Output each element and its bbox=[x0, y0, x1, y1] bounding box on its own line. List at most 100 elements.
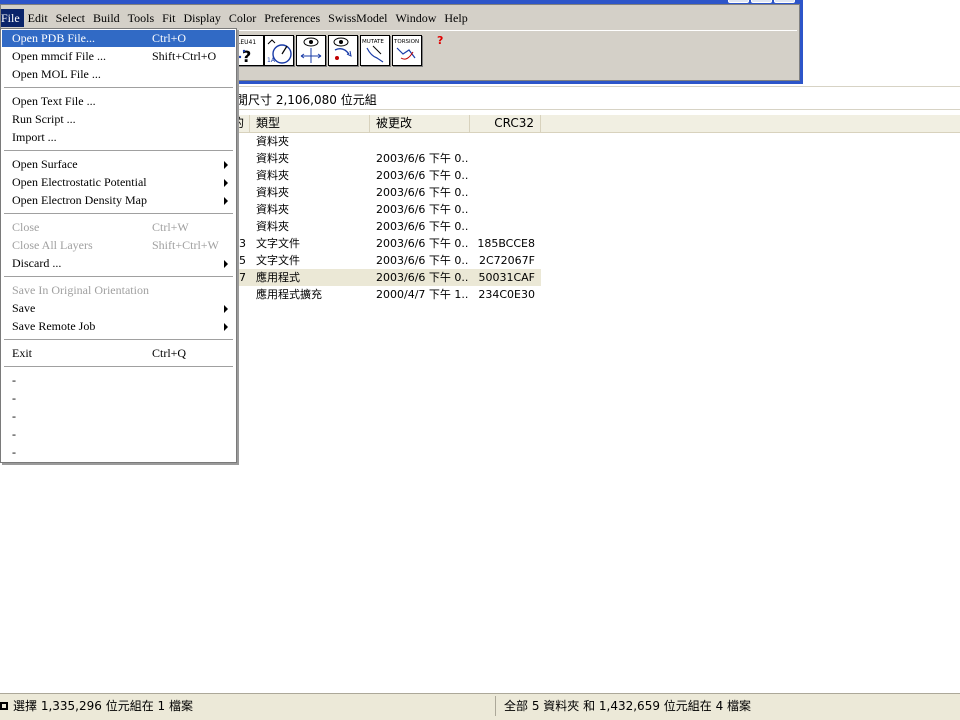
submenu-arrow-icon bbox=[224, 197, 228, 205]
menu-help-label: Help bbox=[444, 11, 468, 25]
menu-swissmodel[interactable]: SwissModel bbox=[324, 9, 391, 27]
menu-item-label: - bbox=[12, 409, 16, 423]
submenu-arrow-icon bbox=[224, 323, 228, 331]
menu-color-label: Color bbox=[228, 11, 257, 25]
menu-build[interactable]: Build bbox=[89, 9, 124, 27]
file-modified-cell: 2003/6/6 下午 0... bbox=[376, 271, 468, 284]
menu-item-open-electrostatic[interactable]: Open Electrostatic Potential bbox=[2, 174, 235, 191]
menu-item-open-mol[interactable]: Open MOL File ... bbox=[2, 66, 235, 83]
status-selection-text: 選擇 1,335,296 位元組在 1 檔案 bbox=[13, 699, 193, 713]
torsion-icon: TORSION bbox=[393, 39, 419, 60]
center-eye-icon bbox=[300, 37, 322, 63]
menu-item-open-text[interactable]: Open Text File ... bbox=[2, 93, 235, 110]
file-modified-cell: 2003/6/6 下午 0... bbox=[376, 237, 468, 250]
menu-item-shortcut: Ctrl+W bbox=[152, 220, 189, 234]
menu-item-label: Save Remote Job bbox=[12, 319, 96, 333]
menu-color[interactable]: Color bbox=[225, 9, 260, 27]
help-icon[interactable]: ? bbox=[437, 34, 443, 47]
status-bar: 選擇 1,335,296 位元組在 1 檔案 全部 5 資料夾 和 1,432,… bbox=[0, 693, 960, 720]
menu-item-save-original-orientation: Save In Original Orientation bbox=[2, 282, 235, 299]
menu-item-label: - bbox=[12, 445, 16, 459]
menu-item-open-surface[interactable]: Open Surface bbox=[2, 156, 235, 173]
menu-item-label: Discard ... bbox=[12, 256, 62, 270]
menu-display[interactable]: Display bbox=[180, 9, 225, 27]
menu-item-label: Open Electron Density Map bbox=[12, 193, 147, 207]
menu-tools[interactable]: Tools bbox=[124, 9, 159, 27]
window-controls bbox=[728, 0, 795, 3]
menu-fit[interactable]: Fit bbox=[158, 9, 179, 27]
mutate-residue-button[interactable]: LEU41 ? bbox=[234, 35, 264, 66]
file-crc-cell: 2C72067F bbox=[479, 254, 535, 267]
menu-item-label: Open MOL File ... bbox=[12, 67, 101, 81]
svg-text:?: ? bbox=[242, 47, 251, 65]
file-type-cell: 資料夾 bbox=[256, 220, 289, 233]
menu-help[interactable]: Help bbox=[440, 9, 471, 27]
close-button[interactable] bbox=[774, 0, 795, 3]
column-header-type[interactable]: 類型 bbox=[250, 115, 370, 133]
submenu-arrow-icon bbox=[224, 305, 228, 313]
menu-item-open-pdb[interactable]: Open PDB File... Ctrl+O bbox=[2, 30, 235, 47]
mutate-icon: MUTATE bbox=[362, 39, 384, 63]
file-type-cell: 應用程式擴充 bbox=[256, 288, 322, 301]
menu-item-recent-1[interactable]: - bbox=[2, 372, 235, 389]
column-header-modified[interactable]: 被更改 bbox=[370, 115, 470, 133]
minimize-button[interactable] bbox=[728, 0, 749, 3]
menu-item-label: Save In Original Orientation bbox=[12, 283, 149, 297]
menu-item-recent-4[interactable]: - bbox=[2, 426, 235, 443]
menu-item-label: - bbox=[12, 427, 16, 441]
submenu-arrow-icon bbox=[224, 161, 228, 169]
menu-item-label: Open PDB File... bbox=[12, 31, 96, 45]
maximize-button[interactable] bbox=[751, 0, 772, 3]
file-type-cell: 應用程式 bbox=[256, 271, 300, 284]
menu-item-recent-3[interactable]: - bbox=[2, 408, 235, 425]
rotate-eye-icon bbox=[333, 37, 352, 60]
menu-item-recent-2[interactable]: - bbox=[2, 390, 235, 407]
file-modified-cell: 2003/6/6 下午 0... bbox=[376, 254, 468, 267]
rotate-eye-button[interactable] bbox=[328, 35, 358, 66]
menu-preferences[interactable]: Preferences bbox=[260, 9, 324, 27]
column-header-crc32[interactable]: CRC32 bbox=[470, 115, 541, 133]
file-crc-cell: 234C0E30 bbox=[478, 288, 535, 301]
measure-angle-button[interactable]: 1A bbox=[264, 35, 294, 66]
menu-item-save-remote-job[interactable]: Save Remote Job bbox=[2, 318, 235, 335]
file-type-cell: 資料夾 bbox=[256, 186, 289, 199]
file-crc-cell: 185BCCE8 bbox=[477, 237, 535, 250]
menu-item-label: Open Electrostatic Potential bbox=[12, 175, 147, 189]
menu-item-open-mmcif[interactable]: Open mmcif File ... Shift+Ctrl+O bbox=[2, 48, 235, 65]
menu-swissmodel-label: SwissModel bbox=[328, 11, 388, 25]
menu-item-label: Close All Layers bbox=[12, 238, 93, 252]
menu-tools-label: Tools bbox=[127, 11, 155, 25]
menu-preferences-label: Preferences bbox=[264, 11, 321, 25]
menu-item-run-script[interactable]: Run Script ... bbox=[2, 111, 235, 128]
torsion-button[interactable]: TORSION bbox=[392, 35, 422, 66]
menu-select[interactable]: Select bbox=[52, 9, 89, 27]
menu-item-label: - bbox=[12, 391, 16, 405]
mutate-button[interactable]: MUTATE bbox=[360, 35, 390, 66]
center-eye-button[interactable] bbox=[296, 35, 326, 66]
menu-item-exit[interactable]: Exit Ctrl+Q bbox=[2, 345, 235, 362]
status-totals: 全部 5 資料夾 和 1,432,659 位元組在 4 檔案 bbox=[504, 699, 752, 713]
menu-item-open-density-map[interactable]: Open Electron Density Map bbox=[2, 192, 235, 209]
menu-item-close: Close Ctrl+W bbox=[2, 219, 235, 236]
menu-item-label: Save bbox=[12, 301, 36, 315]
menu-file[interactable]: File bbox=[1, 9, 24, 27]
menu-separator bbox=[4, 213, 233, 215]
menu-separator bbox=[4, 339, 233, 341]
free-space-text: 閒尺寸 2,106,080 位元組 bbox=[236, 93, 377, 107]
menu-separator bbox=[4, 276, 233, 278]
menu-item-label: - bbox=[12, 373, 16, 387]
menu-window[interactable]: Window bbox=[392, 9, 441, 27]
menu-item-recent-5[interactable]: - bbox=[2, 444, 235, 461]
menu-item-label: Open Surface bbox=[12, 157, 78, 171]
menu-bar: File Edit Select Build Tools Fit Display… bbox=[1, 8, 472, 28]
menu-window-label: Window bbox=[395, 11, 437, 25]
menu-item-save[interactable]: Save bbox=[2, 300, 235, 317]
file-modified-cell: 2003/6/6 下午 0... bbox=[376, 152, 468, 165]
menu-item-discard[interactable]: Discard ... bbox=[2, 255, 235, 272]
menu-edit[interactable]: Edit bbox=[24, 9, 52, 27]
menu-file-label: File bbox=[1, 11, 20, 25]
menu-item-import[interactable]: Import ... bbox=[2, 129, 235, 146]
menu-item-shortcut: Ctrl+O bbox=[152, 31, 187, 45]
menu-item-label: Exit bbox=[12, 346, 32, 360]
mutate-residue-icon: LEU41 ? bbox=[237, 39, 256, 65]
